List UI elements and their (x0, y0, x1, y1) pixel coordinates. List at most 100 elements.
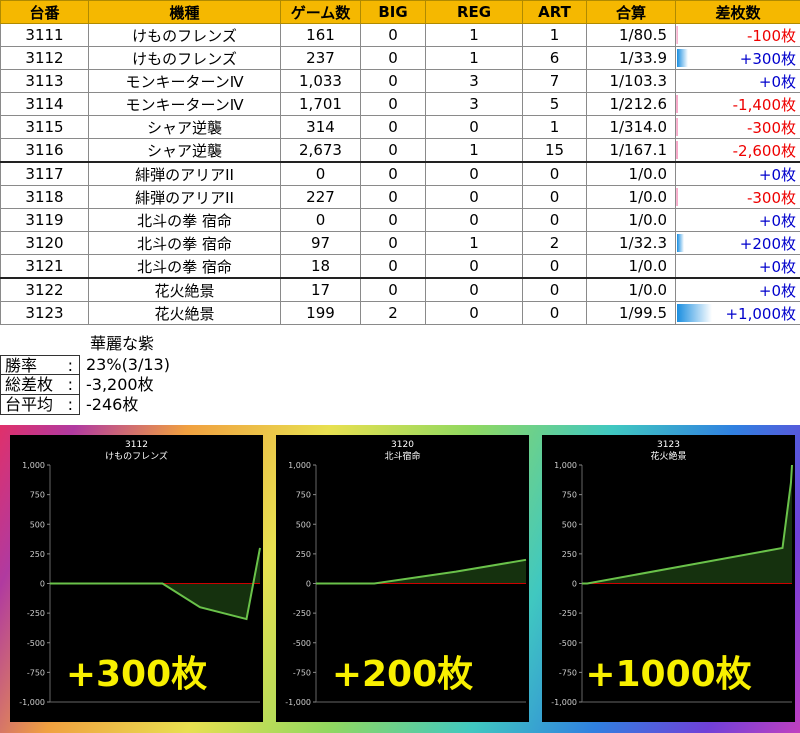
cell-diff: +200枚 (675, 231, 800, 255)
cell-rate: 1/103.3 (586, 69, 676, 93)
chart-title: 3120 (391, 440, 414, 450)
y-tick-label: 500 (30, 520, 45, 529)
cell-diff: -100枚 (675, 23, 800, 47)
cell-games: 314 (280, 115, 361, 139)
cell-reg: 0 (425, 161, 523, 186)
y-tick-label: 750 (562, 491, 577, 500)
cell-art: 15 (522, 138, 587, 163)
graph-area: 3112 けものフレンズ 1,000 750 500 250 0 -250 -500 -750 -1… (0, 425, 800, 733)
cell-diff: -1,400枚 (675, 92, 800, 116)
diff-bar (677, 304, 712, 322)
chart-title: 3112 (125, 440, 148, 450)
cell-reg: 0 (425, 185, 523, 209)
cell-art: 2 (522, 231, 587, 255)
cell-model: 北斗の拳 宿命 (88, 254, 281, 279)
cell-model: シャア逆襲 (88, 138, 281, 163)
cell-no: 3122 (0, 277, 89, 302)
diff-value: -100枚 (746, 26, 796, 45)
total-diff-value: -3,200枚 (86, 375, 154, 394)
cell-games: 0 (280, 208, 361, 232)
chart-subtitle: けものフレンズ (105, 450, 168, 462)
header-art: ART (522, 0, 587, 24)
cell-big: 0 (360, 23, 426, 47)
win-rate-value: 23%(3/13) (86, 355, 170, 374)
cell-art: 0 (522, 185, 587, 209)
diff-value: -2,600枚 (732, 141, 796, 160)
cell-rate: 1/0.0 (586, 161, 676, 186)
cell-games: 97 (280, 231, 361, 255)
header-games: ゲーム数 (280, 0, 361, 24)
cell-reg: 0 (425, 254, 523, 279)
cell-reg: 0 (425, 277, 523, 302)
cell-no: 3117 (0, 161, 89, 186)
table-row: 3114 モンキーターンⅣ 1,701 0 3 5 1/212.6 -1,400枚 (0, 92, 800, 116)
cell-big: 0 (360, 277, 426, 302)
diff-value: +300枚 (739, 49, 796, 68)
total-diff-label: 総差枚 (5, 375, 54, 394)
table-row: 3116 シャア逆襲 2,673 0 1 15 1/167.1 -2,600枚 (0, 138, 800, 163)
cell-rate: 1/0.0 (586, 254, 676, 279)
cell-rate: 1/0.0 (586, 277, 676, 302)
cell-no: 3119 (0, 208, 89, 232)
cell-reg: 1 (425, 46, 523, 70)
cell-diff: +0枚 (675, 69, 800, 93)
y-tick-label: 500 (562, 520, 577, 529)
cell-games: 199 (280, 301, 361, 325)
y-tick-label: 250 (562, 550, 577, 559)
cell-art: 5 (522, 92, 587, 116)
y-tick-label: -250 (27, 609, 45, 618)
y-tick-label: 1,000 (22, 461, 45, 470)
win-rate-row: 勝率: 23%(3/13) (0, 355, 170, 375)
cell-big: 0 (360, 46, 426, 70)
graph-panel-2: 3120 北斗宿命 1,000 750 500 250 0 -250 -500 -750 -1,00… (276, 435, 529, 722)
cell-no: 3114 (0, 92, 89, 116)
cell-art: 0 (522, 254, 587, 279)
cell-no: 3118 (0, 185, 89, 209)
cell-big: 0 (360, 138, 426, 163)
header-no: 台番 (0, 0, 89, 24)
cell-model: 緋弾のアリアII (88, 161, 281, 186)
cell-diff: -300枚 (675, 115, 800, 139)
y-tick-label: 500 (296, 520, 311, 529)
cell-no: 3116 (0, 138, 89, 163)
table-row: 3119 北斗の拳 宿命 0 0 0 0 1/0.0 +0枚 (0, 208, 800, 232)
cell-reg: 0 (425, 115, 523, 139)
cell-art: 6 (522, 46, 587, 70)
diff-bar (676, 118, 678, 136)
result-badge-1: +300枚 (65, 654, 208, 695)
cell-rate: 1/80.5 (586, 23, 676, 47)
diff-value: +0枚 (758, 281, 796, 300)
cell-no: 3112 (0, 46, 89, 70)
cell-rate: 1/167.1 (586, 138, 676, 163)
cell-diff: +0枚 (675, 277, 800, 302)
cell-no: 3115 (0, 115, 89, 139)
cell-reg: 3 (425, 69, 523, 93)
header-reg: REG (425, 0, 523, 24)
table-row: 3121 北斗の拳 宿命 18 0 0 0 1/0.0 +0枚 (0, 254, 800, 279)
cell-art: 7 (522, 69, 587, 93)
cell-diff: +300枚 (675, 46, 800, 70)
cell-games: 0 (280, 161, 361, 186)
y-tick-label: -250 (559, 609, 577, 618)
avg-diff-row: 台平均: -246枚 (0, 395, 170, 415)
cell-art: 1 (522, 23, 587, 47)
cell-reg: 3 (425, 92, 523, 116)
diff-value: +0枚 (758, 72, 796, 91)
diff-value: +0枚 (758, 211, 796, 230)
cell-model: 緋弾のアリアII (88, 185, 281, 209)
cell-rate: 1/212.6 (586, 92, 676, 116)
table-row: 3113 モンキーターンⅣ 1,033 0 3 7 1/103.3 +0枚 (0, 69, 800, 93)
y-tick-label: 250 (296, 550, 311, 559)
graph-panel-3: 3123 花火絶景 1,000 750 500 250 0 -250 -500 -750 -1,00… (542, 435, 795, 722)
y-tick-label: 1,000 (288, 461, 311, 470)
y-tick-label: -1,000 (19, 698, 45, 707)
cell-rate: 1/0.0 (586, 185, 676, 209)
cell-rate: 1/33.9 (586, 46, 676, 70)
table-row: 3112 けものフレンズ 237 0 1 6 1/33.9 +300枚 (0, 46, 800, 70)
cell-diff: +0枚 (675, 208, 800, 232)
cell-big: 0 (360, 208, 426, 232)
result-badge-3: +1000枚 (585, 654, 752, 695)
cell-no: 3123 (0, 301, 89, 325)
diff-value: +200枚 (739, 234, 796, 253)
cell-art: 0 (522, 277, 587, 302)
